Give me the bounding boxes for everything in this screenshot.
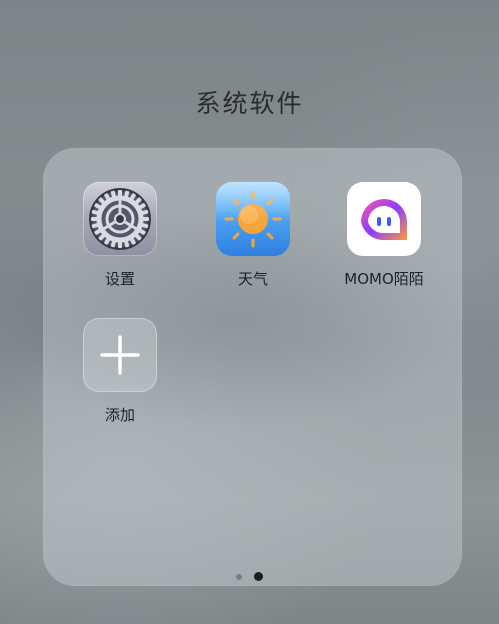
app-label: MOMO陌陌 — [344, 270, 424, 288]
sun-icon — [216, 182, 290, 256]
page-dot-1[interactable] — [236, 573, 242, 580]
gear-icon — [83, 182, 157, 256]
app-label: 天气 — [237, 270, 268, 288]
page-dot-2-active[interactable] — [254, 572, 263, 581]
plus-icon — [83, 318, 157, 392]
app-label: 设置 — [104, 270, 135, 288]
app-settings[interactable]: 设置 — [65, 182, 175, 289]
momo-logo-icon — [347, 182, 421, 256]
page-indicator[interactable] — [0, 572, 499, 581]
app-weather[interactable]: 天气 — [198, 182, 308, 289]
add-app-button[interactable]: 添加 — [65, 318, 175, 425]
folder-title: 系统软件 — [195, 89, 304, 118]
app-momo[interactable]: MOMO陌陌 — [329, 182, 439, 289]
folder-panel: 设置 天气 MOMO陌陌 添加 — [43, 148, 462, 586]
app-label: 添加 — [104, 406, 135, 424]
